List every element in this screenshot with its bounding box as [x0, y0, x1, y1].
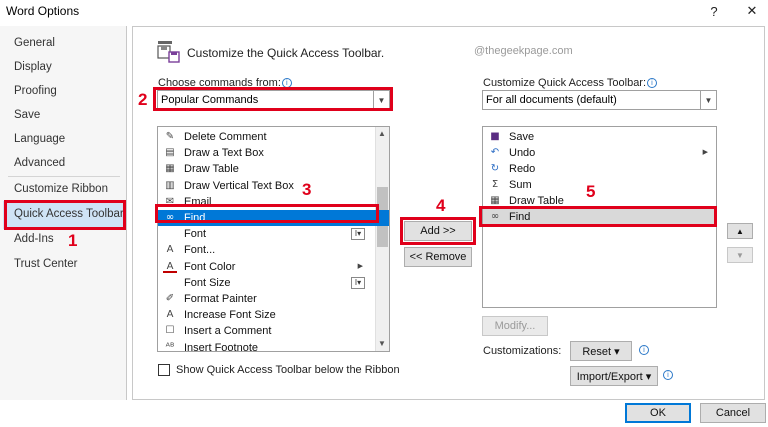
customize-toolbar-value: For all documents (default)	[486, 94, 617, 106]
annotation-2: 2	[138, 90, 148, 109]
modify-button[interactable]: Modify...	[482, 316, 548, 336]
list-item[interactable]: ✎ Delete Comment	[158, 129, 389, 145]
customizations-label: Customizations:	[483, 345, 562, 357]
list-item[interactable]: ᴬᴮ Insert Footnote	[158, 340, 389, 352]
move-up-button[interactable]: ▲	[727, 223, 753, 239]
reset-button[interactable]: Reset ▾	[570, 341, 632, 361]
sidebar-item-display[interactable]: Display	[14, 61, 52, 73]
vertical-text-box-icon: ▥	[165, 179, 175, 191]
info-icon[interactable]: i	[647, 78, 658, 88]
delete-comment-icon: ✎	[165, 131, 175, 142]
footnote-icon: ᴬᴮ	[165, 341, 175, 352]
list-item-label: Delete Comment	[184, 131, 267, 143]
list-item-label: Draw Vertical Text Box	[184, 179, 294, 192]
sidebar-item-proofing[interactable]: Proofing	[14, 85, 57, 97]
ok-button[interactable]: OK	[625, 403, 691, 423]
list-item-label: Format Painter	[184, 293, 257, 305]
save-icon: ■	[490, 131, 500, 142]
list-item-label: Draw a Text Box	[184, 147, 264, 160]
list-item-label: Undo	[509, 147, 536, 159]
text-box-icon: ▤	[165, 147, 175, 159]
cancel-button[interactable]: Cancel	[700, 403, 766, 423]
list-item[interactable]: ■ Save	[483, 129, 716, 145]
close-button[interactable]: ✕	[736, 0, 768, 22]
list-item[interactable]: Σ Sum	[483, 177, 716, 193]
sidebar-item-general[interactable]: General	[14, 37, 55, 49]
list-item-label: Insert a Comment	[184, 325, 272, 338]
sidebar-item-save[interactable]: Save	[14, 109, 40, 121]
redo-icon: ↻	[490, 163, 500, 174]
list-item[interactable]: ▦ Draw Table	[158, 161, 389, 177]
annotation-5: 5	[586, 182, 596, 201]
sidebar-item-add-ins[interactable]: Add-Ins	[14, 233, 54, 245]
highlight-box-4	[400, 217, 476, 245]
customize-toolbar-dropdown[interactable]: For all documents (default) ▼	[482, 90, 717, 110]
remove-button[interactable]: << Remove	[404, 247, 472, 267]
show-below-ribbon-label: Show Quick Access Toolbar below the Ribb…	[176, 364, 400, 376]
highlight-box-3	[155, 204, 379, 223]
submenu-arrow-icon: ▶	[357, 262, 363, 270]
list-item-label: Font	[184, 228, 207, 241]
quick-access-toolbar-icon	[156, 38, 182, 64]
list-item[interactable]: A Font...	[158, 242, 389, 258]
info-icon[interactable]: i	[639, 345, 649, 355]
customize-toolbar-label: Customize Quick Access Toolbar: i	[483, 77, 658, 89]
list-item[interactable]: ▥ Draw Vertical Text Box	[158, 178, 389, 194]
list-item[interactable]: ✐ Format Painter	[158, 291, 389, 307]
commands-list[interactable]: ▲ ▼ ✎ Delete Comment ▤ Draw a Text Box ▦ Draw…	[157, 126, 390, 352]
list-item-label: Font Color	[184, 260, 236, 273]
list-item-label: Save	[509, 131, 535, 143]
dropdown-box-icon: I▾	[351, 228, 365, 241]
page-header: Customize the Quick Access Toolbar.	[187, 46, 385, 60]
show-below-ribbon-checkbox[interactable]	[158, 364, 170, 376]
font-color-icon: A	[163, 261, 177, 273]
import-export-button[interactable]: Import/Export ▾	[570, 366, 658, 386]
sum-icon: Σ	[491, 179, 499, 190]
annotation-3: 3	[302, 180, 312, 199]
annotation-4: 4	[436, 196, 446, 215]
list-item[interactable]: ☐ Insert a Comment	[158, 323, 389, 339]
title-bar: Word Options ? ✕	[0, 0, 768, 22]
list-item-label: Font Size	[184, 276, 231, 289]
list-item[interactable]: ↻ Redo	[483, 161, 716, 177]
list-item[interactable]: A Increase Font Size	[158, 307, 389, 323]
list-item-label: Increase Font Size	[184, 309, 276, 322]
draw-table-icon: ▦	[165, 163, 175, 175]
comment-icon: ☐	[165, 325, 175, 337]
window-title: Word Options	[6, 4, 80, 18]
list-item[interactable]: ↶ Undo ▶	[483, 145, 716, 161]
list-item-label: Redo	[509, 163, 536, 175]
list-item-label: Insert Footnote	[184, 341, 258, 352]
sidebar-item-trust-center[interactable]: Trust Center	[14, 258, 77, 270]
move-down-button[interactable]: ▼	[727, 247, 753, 263]
highlight-box-5	[479, 206, 717, 227]
format-painter-icon: ✐	[165, 293, 175, 304]
highlight-box-2	[153, 87, 393, 111]
list-item-label: Sum	[509, 179, 532, 191]
submenu-arrow-icon: ▶	[702, 149, 708, 156]
list-item-label: Draw Table	[184, 163, 239, 176]
list-item[interactable]: ▤ Draw a Text Box	[158, 145, 389, 161]
annotation-1: 1	[68, 231, 78, 250]
list-item[interactable]: Font I▾	[158, 226, 389, 242]
font-a-icon: A	[166, 244, 174, 256]
dropdown-box-icon: I▾	[351, 276, 365, 289]
undo-icon: ↶	[490, 147, 500, 158]
list-item-label: Font...	[184, 244, 216, 257]
list-item[interactable]: Font Size I▾	[158, 275, 389, 291]
list-item[interactable]: A Font Color ▶	[158, 259, 389, 275]
sidebar-item-language[interactable]: Language	[14, 133, 65, 145]
highlight-box-1	[4, 200, 126, 230]
increase-font-icon: A	[166, 309, 174, 321]
watermark: @thegeekpage.com	[474, 45, 573, 57]
help-button[interactable]: ?	[698, 0, 730, 22]
sidebar-item-advanced[interactable]: Advanced	[14, 157, 65, 169]
sidebar-item-customize-ribbon[interactable]: Customize Ribbon	[14, 183, 108, 195]
info-icon[interactable]: i	[663, 370, 673, 380]
chevron-down-icon: ▼	[700, 91, 716, 109]
sidebar-divider	[8, 176, 120, 177]
